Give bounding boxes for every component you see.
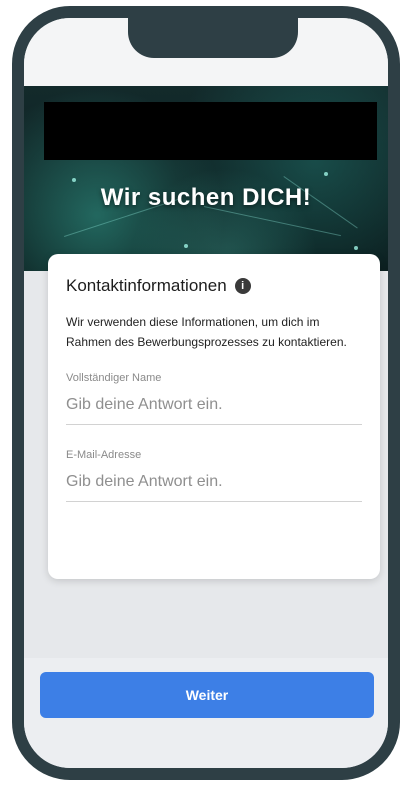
network-dot	[354, 246, 358, 250]
header-banner: Wir suchen DICH!	[24, 86, 388, 271]
email-input[interactable]	[66, 473, 362, 502]
redacted-logo-area	[44, 102, 377, 160]
banner-title: Wir suchen DICH!	[100, 184, 312, 211]
next-button[interactable]: Weiter	[40, 672, 374, 718]
phone-notch	[128, 18, 298, 58]
card-description: Wir verwenden diese Informationen, um di…	[66, 315, 347, 349]
bottom-bar: Weiter	[24, 658, 388, 768]
network-dot	[184, 244, 188, 248]
contact-info-card: Kontaktinformationen i Wir verwenden die…	[48, 254, 380, 579]
phone-frame: Wir suchen DICH! Kontaktinformationen i …	[12, 6, 400, 780]
network-dot	[324, 172, 328, 176]
card-header: Kontaktinformationen i	[66, 276, 362, 296]
email-label: E-Mail-Adresse	[66, 449, 142, 461]
card-title: Kontaktinformationen	[66, 276, 227, 295]
network-dot	[72, 178, 76, 182]
full-name-input[interactable]	[66, 396, 362, 425]
full-name-label: Vollständiger Name	[66, 372, 162, 384]
info-icon[interactable]: i	[234, 278, 251, 294]
